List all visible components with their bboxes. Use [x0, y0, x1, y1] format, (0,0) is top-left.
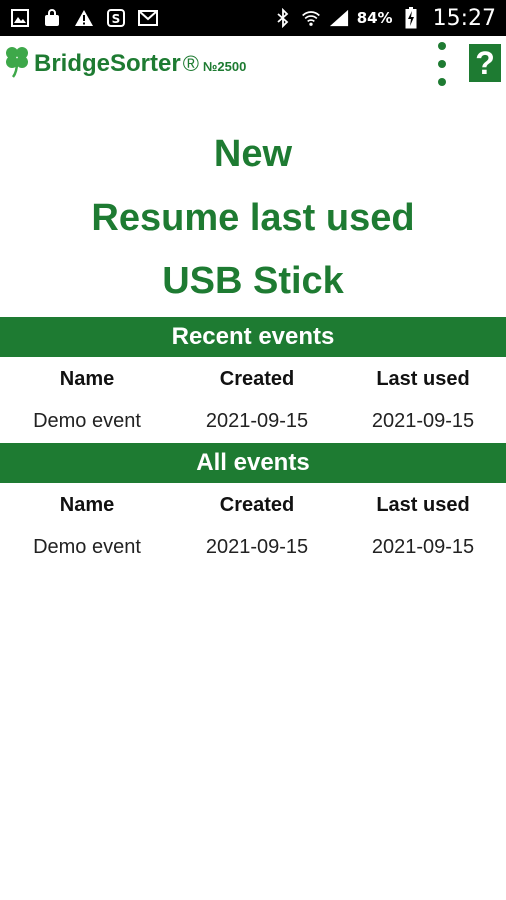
bluetooth-icon [273, 8, 293, 28]
column-header-created[interactable]: Created [174, 494, 340, 517]
help-button[interactable]: ? [469, 44, 501, 82]
signal-icon [329, 8, 349, 28]
clock: 15:27 [432, 5, 496, 31]
status-bar: S 84% 15:27 [0, 0, 506, 36]
usb-stick-button[interactable]: USB Stick [0, 260, 506, 303]
event-last-used[interactable]: 2021-09-15 [340, 410, 506, 433]
shopping-bag-icon [42, 8, 62, 28]
resume-last-used-button[interactable]: Resume last used [0, 197, 506, 240]
column-header-last-used[interactable]: Last used [340, 494, 506, 517]
app-title: BridgeSorter® №2500 [34, 50, 246, 78]
image-icon [10, 8, 30, 28]
column-header-name[interactable]: Name [0, 494, 174, 517]
warning-icon [74, 8, 94, 28]
event-created[interactable]: 2021-09-15 [174, 410, 340, 433]
battery-percent: 84% [356, 9, 393, 27]
new-event-button[interactable]: New [0, 133, 506, 176]
skype-icon: S [106, 8, 126, 28]
table-row[interactable]: Demo event 2021-09-15 2021-09-15 [0, 400, 506, 442]
event-name[interactable]: Demo event [0, 536, 174, 559]
event-name[interactable]: Demo event [0, 410, 174, 433]
all-events-header: All events [0, 443, 506, 483]
app-name: BridgeSorter [34, 50, 181, 77]
svg-text:S: S [112, 12, 121, 26]
table-row[interactable]: Demo event 2021-09-15 2021-09-15 [0, 526, 506, 568]
clover-logo-icon [4, 44, 30, 78]
wifi-icon [301, 8, 321, 28]
column-header-last-used[interactable]: Last used [340, 368, 506, 391]
overflow-menu-icon[interactable] [432, 42, 452, 86]
notification-icons: S [10, 8, 158, 28]
table-header-row: Name Created Last used [0, 484, 506, 526]
registered-mark: ® [182, 51, 199, 76]
recent-events-header: Recent events [0, 317, 506, 357]
system-icons: 84% 15:27 [273, 6, 496, 31]
table-header-row: Name Created Last used [0, 358, 506, 400]
event-created[interactable]: 2021-09-15 [174, 536, 340, 559]
column-header-created[interactable]: Created [174, 368, 340, 391]
model-number: №2500 [202, 59, 247, 74]
event-last-used[interactable]: 2021-09-15 [340, 536, 506, 559]
app-bar: BridgeSorter® №2500 ? [0, 36, 506, 90]
email-icon [138, 8, 158, 28]
recent-events-table: Name Created Last used Demo event 2021-0… [0, 358, 506, 442]
battery-charging-icon [401, 7, 421, 29]
column-header-name[interactable]: Name [0, 368, 174, 391]
all-events-table: Name Created Last used Demo event 2021-0… [0, 484, 506, 568]
